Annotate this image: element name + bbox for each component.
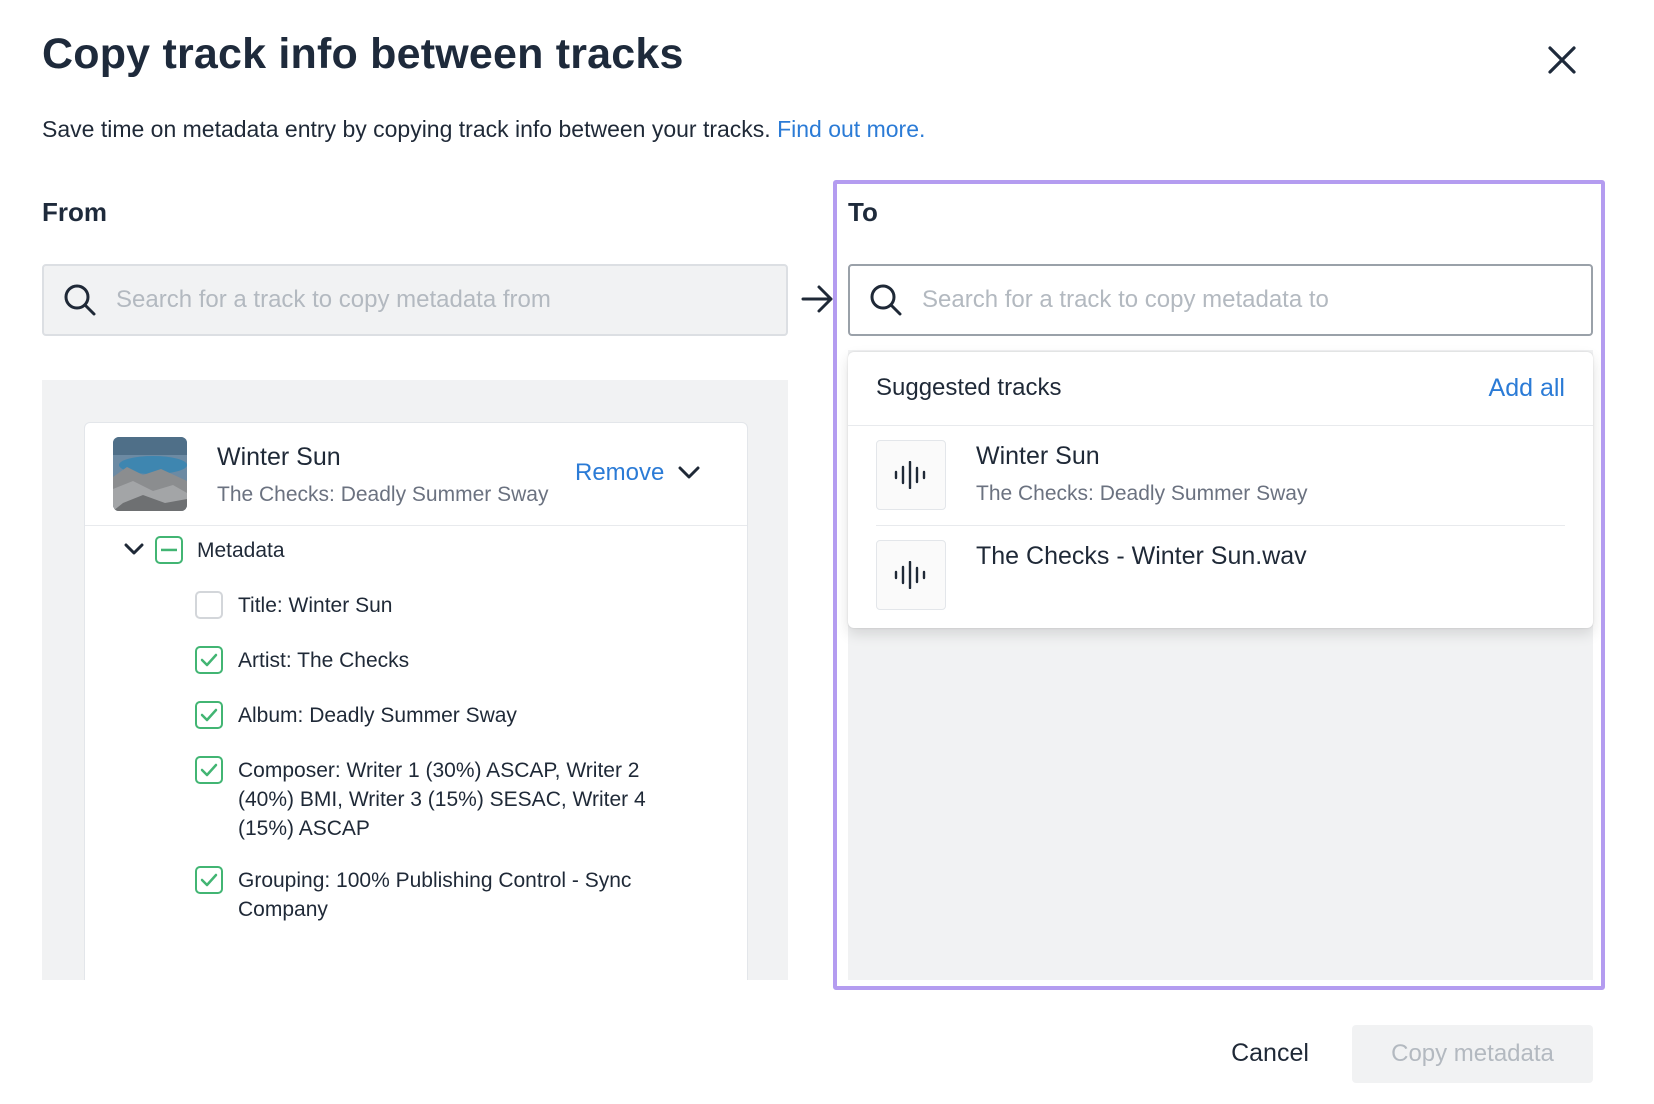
metadata-item-label: Artist: The Checks xyxy=(238,649,410,672)
album-art-thumbnail xyxy=(113,437,187,511)
close-icon xyxy=(1548,46,1576,74)
metadata-item-label: Title: Winter Sun xyxy=(238,594,393,617)
metadata-group-checkbox[interactable] xyxy=(155,536,183,564)
find-out-more-link[interactable]: Find out more. xyxy=(777,116,925,142)
subtitle-text: Save time on metadata entry by copying t… xyxy=(42,116,771,142)
remove-button[interactable]: Remove xyxy=(575,459,700,487)
metadata-item-checkbox[interactable] xyxy=(195,646,223,674)
suggested-track-item[interactable]: Winter Sun The Checks: Deadly Summer Swa… xyxy=(848,426,1593,526)
metadata-item: Artist: The Checks xyxy=(195,646,658,675)
from-panel: Winter Sun The Checks: Deadly Summer Swa… xyxy=(42,380,788,980)
from-label: From xyxy=(42,197,107,227)
selected-track-subtitle: The Checks: Deadly Summer Sway xyxy=(217,483,549,506)
from-search-input[interactable] xyxy=(116,286,716,314)
waveform-icon xyxy=(876,440,946,510)
suggested-tracks-header: Suggested tracks Add all xyxy=(848,352,1593,426)
arrow-right-icon xyxy=(801,285,833,313)
checkmark-icon xyxy=(200,708,218,722)
copy-track-info-dialog: Copy track info between tracks Save time… xyxy=(0,0,1654,1104)
checkmark-icon xyxy=(200,653,218,667)
waveform-icon xyxy=(876,540,946,610)
suggested-track-item[interactable]: The Checks - Winter Sun.wav xyxy=(848,526,1593,626)
chevron-down-icon[interactable] xyxy=(123,536,145,564)
metadata-item: Title: Winter Sun xyxy=(195,591,658,620)
copy-metadata-button[interactable]: Copy metadata xyxy=(1352,1025,1593,1083)
remove-label: Remove xyxy=(575,459,665,486)
metadata-group-row: Metadata xyxy=(123,536,617,565)
suggested-track-title: Winter Sun xyxy=(976,442,1100,470)
checkmark-icon xyxy=(200,873,218,887)
metadata-item-checkbox[interactable] xyxy=(195,866,223,894)
selected-track-title: Winter Sun xyxy=(217,443,341,471)
metadata-item: Album: Deadly Summer Sway xyxy=(195,701,658,730)
metadata-item-checkbox[interactable] xyxy=(195,756,223,784)
dialog-subtitle: Save time on metadata entry by copying t… xyxy=(42,116,925,143)
metadata-group-label: Metadata xyxy=(197,539,285,562)
suggested-tracks-title: Suggested tracks xyxy=(876,374,1062,401)
cancel-button[interactable]: Cancel xyxy=(1200,1025,1340,1081)
checkmark-icon xyxy=(200,763,218,777)
add-all-button[interactable]: Add all xyxy=(1489,374,1565,403)
selected-track-card: Winter Sun The Checks: Deadly Summer Swa… xyxy=(84,422,748,980)
suggested-track-title: The Checks - Winter Sun.wav xyxy=(976,542,1307,570)
search-icon xyxy=(870,284,902,316)
to-label: To xyxy=(848,197,878,227)
to-search-input[interactable] xyxy=(922,286,1522,314)
search-icon xyxy=(64,284,96,316)
metadata-item: Grouping: 100% Publishing Control - Sync… xyxy=(195,866,658,924)
metadata-item: Composer: Writer 1 (30%) ASCAP, Writer 2… xyxy=(195,756,658,843)
dialog-title: Copy track info between tracks xyxy=(42,30,684,78)
metadata-item-label: Composer: Writer 1 (30%) ASCAP, Writer 2… xyxy=(238,759,646,840)
to-search-field[interactable] xyxy=(848,264,1593,336)
suggested-track-subtitle: The Checks: Deadly Summer Sway xyxy=(976,482,1308,505)
metadata-item-checkbox[interactable] xyxy=(195,591,223,619)
metadata-item-label: Album: Deadly Summer Sway xyxy=(238,704,517,727)
minus-icon xyxy=(161,548,177,552)
close-button[interactable] xyxy=(1540,38,1584,82)
from-search-field[interactable] xyxy=(42,264,788,336)
suggested-tracks-dropdown: Suggested tracks Add all Winter Sun The … xyxy=(848,352,1593,628)
metadata-item-label: Grouping: 100% Publishing Control - Sync… xyxy=(238,869,632,921)
chevron-down-icon[interactable] xyxy=(678,466,700,480)
selected-track-header: Winter Sun The Checks: Deadly Summer Swa… xyxy=(85,423,747,526)
metadata-item-checkbox[interactable] xyxy=(195,701,223,729)
